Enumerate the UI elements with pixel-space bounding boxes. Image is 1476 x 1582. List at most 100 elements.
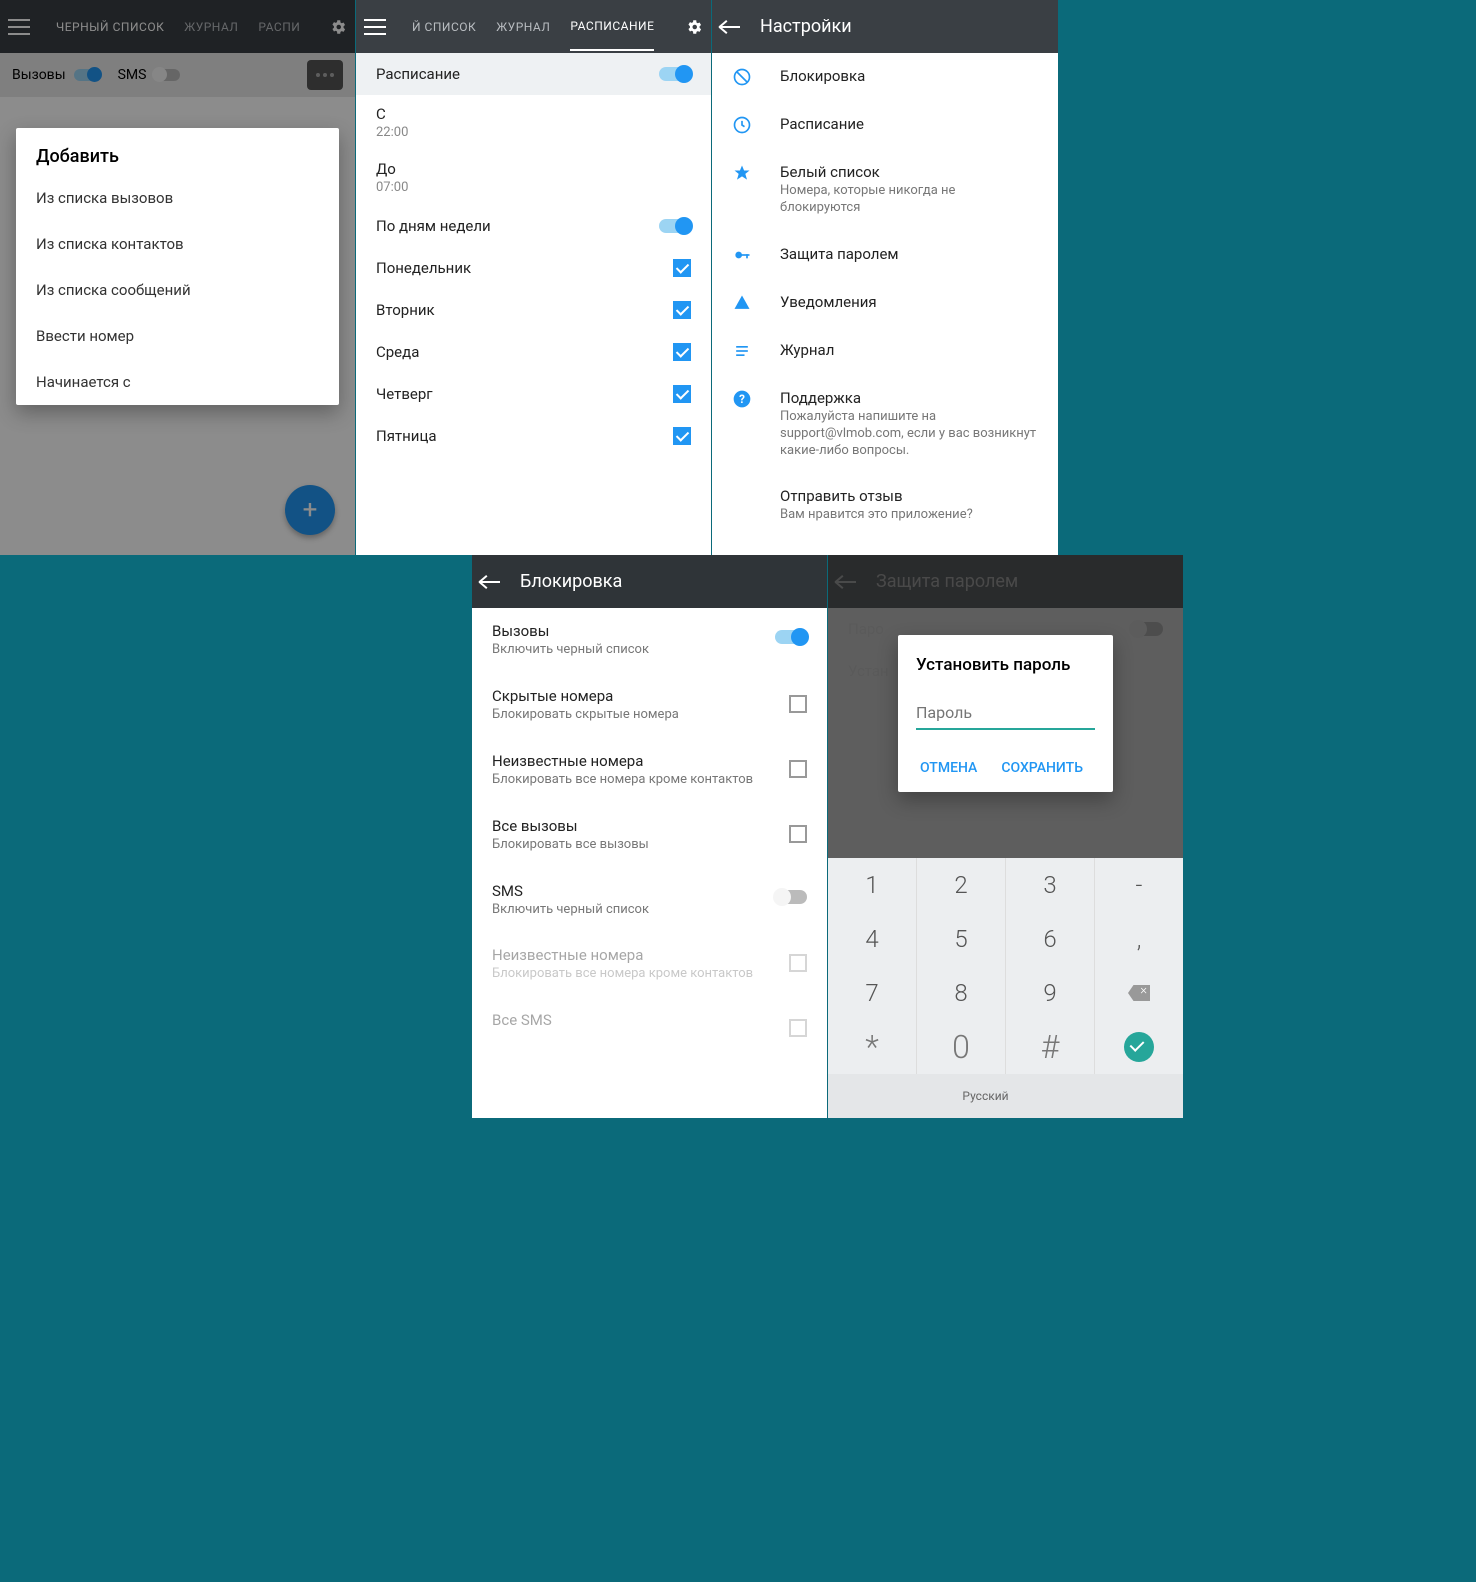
opt-from-contacts[interactable]: Из списка контактов: [16, 221, 339, 267]
settings-item[interactable]: Белый списокНомера, которые никогда не б…: [712, 149, 1058, 231]
checkbox[interactable]: [789, 695, 807, 713]
key-5[interactable]: 5: [917, 912, 1006, 966]
checkbox[interactable]: [789, 954, 807, 972]
to-row[interactable]: До07:00: [356, 150, 711, 205]
day-mon[interactable]: Понедельник: [356, 247, 711, 289]
checkbox[interactable]: [673, 343, 691, 361]
checkbox[interactable]: [673, 427, 691, 445]
svg-text:?: ?: [739, 392, 745, 406]
bydays-toggle[interactable]: [659, 219, 691, 233]
checkbox[interactable]: [673, 259, 691, 277]
keyboard-language[interactable]: Русский: [962, 1089, 1008, 1103]
page-title: Блокировка: [520, 571, 622, 592]
done-key[interactable]: [1095, 1020, 1183, 1074]
key--[interactable]: -: [1095, 858, 1183, 912]
day-tue[interactable]: Вторник: [356, 289, 711, 331]
settings-item[interactable]: ?ПоддержкаПожалуйста напишите на support…: [712, 375, 1058, 474]
settings-icon: [732, 487, 752, 507]
app-bar: ЧЕРНЫЙ СПИСОК ЖУРНАЛ РАСПИ: [0, 0, 355, 53]
settings-item[interactable]: Отправить отзывВам нравится это приложен…: [712, 473, 1058, 538]
blocking-screen: Блокировка ВызовыВключить черный списокС…: [472, 555, 827, 1118]
from-row[interactable]: С22:00: [356, 95, 711, 150]
settings-icon: [732, 341, 752, 361]
settings-icon: [732, 293, 752, 313]
opt-from-calls[interactable]: Из списка вызовов: [16, 175, 339, 221]
filter-bar: Вызовы SMS: [0, 53, 355, 97]
block-item[interactable]: SMSВключить черный список: [472, 868, 827, 933]
toggle[interactable]: [775, 630, 807, 644]
cancel-button[interactable]: ОТМЕНА: [908, 752, 989, 784]
checkbox[interactable]: [789, 760, 807, 778]
day-wed[interactable]: Среда: [356, 331, 711, 373]
blacklist-screen: ЧЕРНЫЙ СПИСОК ЖУРНАЛ РАСПИ Вызовы SMS + …: [0, 0, 355, 555]
bydays-row[interactable]: По дням недели: [356, 205, 711, 247]
gear-icon[interactable]: [329, 18, 347, 36]
settings-icon: [732, 163, 752, 183]
app-bar: Настройки: [712, 0, 1058, 53]
settings-screen: Настройки БлокировкаРасписаниеБелый спис…: [712, 0, 1058, 555]
key-,[interactable]: ,: [1095, 912, 1183, 966]
block-item[interactable]: Все вызовыБлокировать все вызовы: [472, 803, 827, 868]
tab-blacklist[interactable]: Й СПИСОК: [412, 20, 476, 34]
menu-icon[interactable]: [8, 19, 30, 35]
settings-item[interactable]: Уведомления: [712, 279, 1058, 327]
calls-toggle[interactable]: [74, 69, 100, 81]
key-1[interactable]: 1: [828, 858, 917, 912]
password-input[interactable]: [916, 697, 1095, 730]
tab-schedule[interactable]: РАСПИ: [258, 20, 300, 34]
save-button[interactable]: СОХРАНИТЬ: [989, 752, 1095, 784]
day-fri[interactable]: Пятница: [356, 415, 711, 457]
block-item: Все SMS: [472, 997, 827, 1051]
settings-item[interactable]: Журнал: [712, 327, 1058, 375]
schedule-screen: Й СПИСОК ЖУРНАЛ РАСПИСАНИЕ Расписание С2…: [356, 0, 711, 555]
settings-icon: [732, 115, 752, 135]
checkbox[interactable]: [789, 1019, 807, 1037]
set-password-dialog: Установить пароль ОТМЕНА СОХРАНИТЬ: [898, 635, 1113, 792]
settings-item[interactable]: Защита паролем: [712, 231, 1058, 279]
back-icon[interactable]: [480, 581, 500, 583]
schedule-row[interactable]: Расписание: [356, 53, 711, 95]
fab-add[interactable]: +: [285, 485, 335, 535]
settings-item[interactable]: Расписание: [712, 101, 1058, 149]
key-4[interactable]: 4: [828, 912, 917, 966]
key-2[interactable]: 2: [917, 858, 1006, 912]
sms-label: SMS: [118, 67, 147, 83]
key-0[interactable]: 0: [917, 1020, 1006, 1074]
back-icon[interactable]: [720, 26, 740, 28]
tab-log[interactable]: ЖУРНАЛ: [496, 20, 550, 34]
dialog-title: Установить пароль: [916, 655, 1095, 675]
opt-enter-number[interactable]: Ввести номер: [16, 313, 339, 359]
toggle[interactable]: [775, 890, 807, 904]
key-9[interactable]: 9: [1006, 966, 1095, 1020]
block-item[interactable]: Скрытые номераБлокировать скрытые номера: [472, 673, 827, 738]
calls-label: Вызовы: [12, 67, 66, 83]
gear-icon[interactable]: [685, 18, 703, 36]
dialog-title: Добавить: [16, 128, 339, 175]
settings-icon: ?: [732, 389, 752, 409]
key-#[interactable]: #: [1006, 1020, 1095, 1074]
tab-log[interactable]: ЖУРНАЛ: [184, 20, 238, 34]
block-item[interactable]: ВызовыВключить черный список: [472, 608, 827, 673]
day-thu[interactable]: Четверг: [356, 373, 711, 415]
settings-item[interactable]: Блокировка: [712, 53, 1058, 101]
tab-blacklist[interactable]: ЧЕРНЫЙ СПИСОК: [56, 20, 164, 34]
menu-icon[interactable]: [364, 19, 386, 35]
key-*[interactable]: *: [828, 1020, 917, 1074]
block-item[interactable]: Неизвестные номераБлокировать все номера…: [472, 738, 827, 803]
opt-starts-with[interactable]: Начинается с: [16, 359, 339, 405]
key-8[interactable]: 8: [917, 966, 1006, 1020]
tab-schedule[interactable]: РАСПИСАНИЕ: [570, 19, 654, 51]
sms-toggle[interactable]: [154, 69, 180, 81]
schedule-toggle[interactable]: [659, 67, 691, 81]
checkbox[interactable]: [673, 301, 691, 319]
key-6[interactable]: 6: [1006, 912, 1095, 966]
checkbox[interactable]: [789, 825, 807, 843]
add-dialog: Добавить Из списка вызовов Из списка кон…: [16, 128, 339, 405]
key-3[interactable]: 3: [1006, 858, 1095, 912]
numeric-keyboard: 123- 456, 789 *0# Русский: [828, 858, 1183, 1118]
overflow-button[interactable]: [307, 60, 343, 90]
key-7[interactable]: 7: [828, 966, 917, 1020]
backspace-key[interactable]: [1095, 966, 1183, 1020]
checkbox[interactable]: [673, 385, 691, 403]
opt-from-messages[interactable]: Из списка сообщений: [16, 267, 339, 313]
